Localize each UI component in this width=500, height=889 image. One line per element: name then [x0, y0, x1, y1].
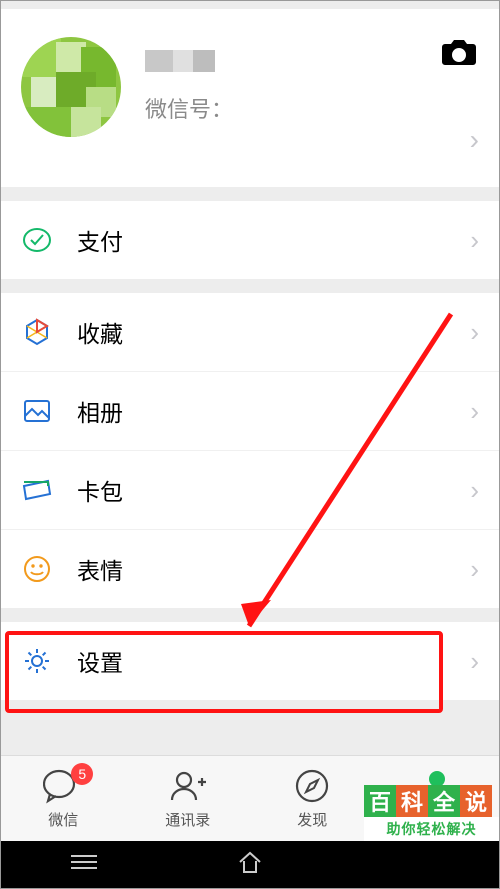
pay-icon — [21, 224, 53, 256]
tab-me[interactable]: 我 — [375, 756, 500, 841]
avatar[interactable] — [21, 37, 121, 137]
section-settings: 设置 › — [1, 622, 499, 700]
compass-icon — [294, 767, 330, 805]
badge: 5 — [71, 763, 93, 785]
menu-album[interactable]: 相册 › — [1, 371, 499, 450]
tab-label: 通讯录 — [165, 809, 210, 830]
menu-settings[interactable]: 设置 › — [1, 622, 499, 700]
chat-icon: 5 — [43, 767, 83, 805]
section-items: 收藏 › 相册 › 卡包 › 表情 › — [1, 293, 499, 608]
menu-label: 支付 — [77, 223, 470, 257]
camera-icon[interactable] — [441, 37, 477, 72]
tab-label: 我 — [429, 809, 444, 830]
profile-card[interactable]: 微信号： › — [1, 9, 499, 187]
menu-pay[interactable]: 支付 › — [1, 201, 499, 279]
chevron-right-icon: › — [470, 124, 479, 156]
album-icon — [21, 395, 53, 427]
status-bar — [1, 1, 499, 9]
menu-favorites[interactable]: 收藏 › — [1, 293, 499, 371]
chevron-right-icon: › — [470, 317, 479, 348]
tab-label: 微信 — [48, 809, 78, 830]
chevron-right-icon: › — [470, 396, 479, 427]
profile-name-blurred — [145, 50, 215, 72]
wechat-id-label: 微信号： — [145, 92, 481, 124]
home-icon[interactable] — [236, 850, 264, 879]
chevron-right-icon: › — [470, 225, 479, 256]
chevron-right-icon: › — [470, 475, 479, 506]
favorites-icon — [21, 316, 53, 348]
person-icon — [420, 767, 454, 805]
menu-label: 表情 — [77, 552, 470, 586]
gear-icon — [21, 645, 53, 677]
tab-wechat[interactable]: 5 微信 — [1, 756, 126, 841]
tab-bar: 5 微信 通讯录 发现 我 — [1, 755, 499, 841]
sticker-icon — [21, 553, 53, 585]
contacts-icon — [168, 767, 208, 805]
recent-apps-icon[interactable] — [69, 852, 99, 877]
profile-info: 微信号： — [145, 50, 481, 124]
menu-label: 卡包 — [77, 473, 470, 507]
tab-label: 发现 — [297, 809, 327, 830]
cards-icon — [21, 474, 53, 506]
tab-contacts[interactable]: 通讯录 — [126, 756, 251, 841]
menu-cards[interactable]: 卡包 › — [1, 450, 499, 529]
menu-label: 设置 — [77, 644, 470, 678]
menu-label: 收藏 — [77, 315, 470, 349]
tab-discover[interactable]: 发现 — [250, 756, 375, 841]
chevron-right-icon: › — [470, 646, 479, 677]
chevron-right-icon: › — [470, 554, 479, 585]
android-nav-bar — [1, 841, 499, 888]
menu-label: 相册 — [77, 394, 470, 428]
menu-stickers[interactable]: 表情 › — [1, 529, 499, 608]
section-pay: 支付 › — [1, 201, 499, 279]
